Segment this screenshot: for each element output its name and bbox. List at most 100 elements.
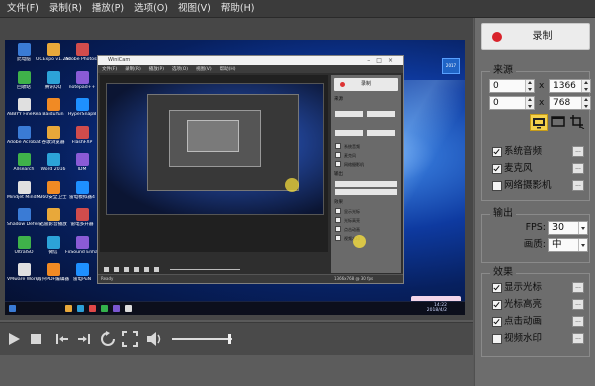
volume-icon[interactable] [146,331,162,347]
menu-record[interactable]: 录制(R) [44,0,87,17]
nested-menu-item: 视图(V) [196,67,212,72]
nested-menu-item: 录制(R) [125,67,141,72]
taskbar-app-icon [77,305,84,312]
settings-more-button[interactable]: ... [572,180,584,191]
volume-slider-track[interactable] [172,338,232,340]
app-icon [17,263,31,276]
spin-arrows-icon[interactable] [525,97,534,109]
cursor-highlight [285,178,299,192]
watermark-check[interactable]: 视频水印... [486,332,586,345]
window-source-button[interactable] [550,114,568,131]
settings-more-button[interactable]: ... [572,163,584,174]
y-field[interactable]: 0 [489,96,535,110]
status-bar [0,355,473,386]
webcam-check[interactable]: 网络摄影机... [486,179,586,192]
play-icon[interactable] [6,331,22,347]
nested-check: 显示光标 [331,207,401,216]
volume-slider-handle[interactable] [228,334,231,344]
spin-arrows-icon[interactable] [525,80,534,92]
check-label: 光标高亮 [504,299,543,310]
width-field[interactable]: 1366 [549,79,591,93]
checkbox[interactable] [492,164,502,174]
fps-select[interactable]: 30 [548,221,588,235]
nested-menu-item: 帮助(H) [219,67,236,72]
checkbox[interactable] [492,317,502,327]
app-icon [17,153,31,166]
app-icon [17,208,31,221]
menu-play[interactable]: 播放(P) [87,0,129,17]
spin-arrows-icon[interactable] [581,80,590,92]
fps-value: 30 [552,222,565,233]
chevron-down-icon [578,222,587,234]
settings-more-button[interactable]: ... [572,316,584,327]
app-icon [46,153,60,166]
menu-help[interactable]: 帮助(H) [216,0,260,17]
skip-start-icon[interactable] [54,331,70,347]
size-separator: x [539,98,545,108]
nested-field [367,111,395,117]
nested-title-bar: WiniCam –□× [98,56,403,65]
app-icon [75,180,89,194]
show-cursor-check[interactable]: 显示光标... [486,281,586,294]
checkbox[interactable] [492,300,502,310]
nested-menu-item: 选项(O) [171,67,189,72]
system-audio-check[interactable]: 系统音频... [486,145,586,158]
app-icon [75,208,89,221]
loop-icon[interactable] [100,331,116,347]
nested-check: 麦克风 [331,151,401,160]
checkbox[interactable] [492,181,502,191]
app-icon [17,180,31,194]
nested-preview-screen [106,83,324,215]
width-value: 1366 [553,81,576,91]
desktop-icon-label: notepad++ [68,84,96,90]
stop-icon[interactable] [28,331,44,347]
app-icon [46,208,60,221]
settings-more-button[interactable]: ... [572,299,584,310]
skip-end-icon[interactable] [76,331,92,347]
quality-select[interactable]: 中 [548,238,588,252]
check-label: 视频水印 [504,333,543,344]
desktop-icon-label: IDM [77,167,87,172]
app-icon [17,125,31,139]
menu-file[interactable]: 文件(F) [0,0,44,17]
microphone-check[interactable]: 麦克风... [486,162,586,175]
settings-more-button[interactable]: ... [572,333,584,344]
control-panel: 录制 来源 0 x 1366 0 x 768 系统音频... 麦克风... 网络… [474,18,595,386]
desktop-icon-label: FlashFXP [71,139,93,145]
record-button[interactable]: 录制 [481,23,590,50]
output-group: 输出 FPS: 30 画质: 中 [481,208,590,263]
quality-value: 中 [552,239,562,250]
x-field[interactable]: 0 [489,79,535,93]
settings-more-button[interactable]: ... [572,282,584,293]
checkbox[interactable] [492,283,502,293]
settings-more-button[interactable]: ... [572,146,584,157]
checkbox[interactable] [492,334,502,344]
check-label: 显示光标 [504,282,543,293]
app-icon [46,43,60,56]
desktop-icon-label: FxSound Enhancer [65,249,99,255]
nested-loop-icon [144,266,149,272]
screen-source-button[interactable] [530,114,548,131]
nested-seek-bar [170,268,240,270]
taskbar-app-icon [89,305,96,312]
nested-skip-icon [124,266,129,272]
spin-arrows-icon[interactable] [581,97,590,109]
app-icon [75,125,89,139]
click-animation-check[interactable]: 点击动画... [486,315,586,328]
cursor-highlight-check[interactable]: 光标高亮... [486,298,586,311]
nested-control-panel: 录制 来源 系统音频 麦克风 网络摄影机 输出 效果 显示光标 光标高亮 点击动… [331,75,401,273]
height-field[interactable]: 768 [549,96,591,110]
fullscreen-icon[interactable] [122,331,138,347]
fps-label: FPS: [525,222,546,233]
nested-section-title: 效果 [334,200,343,205]
app-icon [46,180,60,194]
nested-preview [100,75,328,252]
app-icon [46,125,60,139]
checkbox[interactable] [492,147,502,157]
menu-view[interactable]: 视图(V) [173,0,216,17]
nested-status-bar: Ready 1366x768 @ 30 fps [98,274,403,283]
menu-options[interactable]: 选项(O) [129,0,173,17]
region-source-button[interactable] [569,114,587,131]
nested-title: WiniCam [108,57,131,63]
desktop-icon: notepad++ [65,70,99,91]
